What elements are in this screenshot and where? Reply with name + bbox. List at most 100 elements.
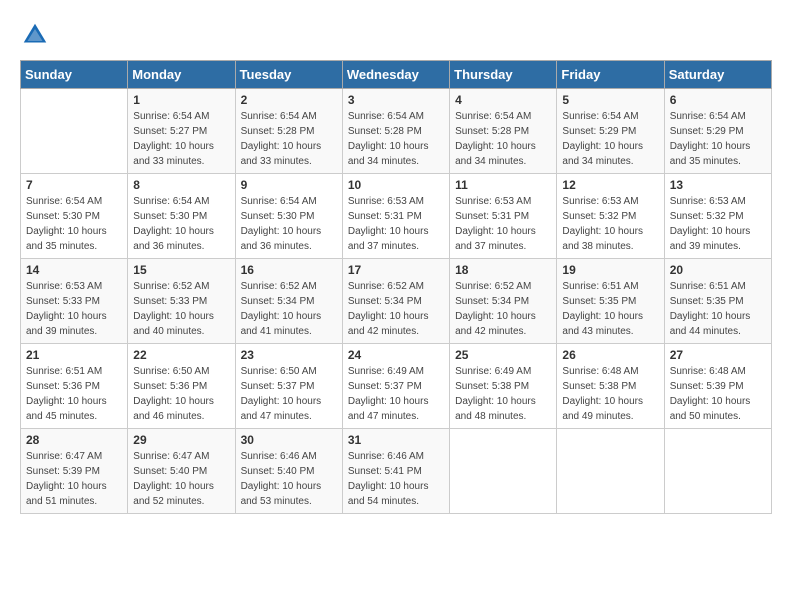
day-number: 2 xyxy=(241,93,337,107)
day-info: Sunrise: 6:46 AM Sunset: 5:40 PM Dayligh… xyxy=(241,449,337,509)
day-header-tuesday: Tuesday xyxy=(235,61,342,89)
day-number: 4 xyxy=(455,93,551,107)
day-number: 15 xyxy=(133,263,229,277)
calendar-cell xyxy=(557,429,664,514)
day-header-wednesday: Wednesday xyxy=(342,61,449,89)
day-number: 26 xyxy=(562,348,658,362)
calendar-cell: 16 Sunrise: 6:52 AM Sunset: 5:34 PM Dayli… xyxy=(235,259,342,344)
calendar-week-2: 7 Sunrise: 6:54 AM Sunset: 5:30 PM Daylig… xyxy=(21,174,772,259)
day-info: Sunrise: 6:53 AM Sunset: 5:33 PM Dayligh… xyxy=(26,279,122,339)
calendar-header-row: SundayMondayTuesdayWednesdayThursdayFrid… xyxy=(21,61,772,89)
day-info: Sunrise: 6:49 AM Sunset: 5:38 PM Dayligh… xyxy=(455,364,551,424)
day-info: Sunrise: 6:49 AM Sunset: 5:37 PM Dayligh… xyxy=(348,364,444,424)
day-info: Sunrise: 6:51 AM Sunset: 5:35 PM Dayligh… xyxy=(670,279,766,339)
calendar-cell: 29 Sunrise: 6:47 AM Sunset: 5:40 PM Dayli… xyxy=(128,429,235,514)
day-number: 17 xyxy=(348,263,444,277)
calendar-week-4: 21 Sunrise: 6:51 AM Sunset: 5:36 PM Dayli… xyxy=(21,344,772,429)
calendar-cell: 21 Sunrise: 6:51 AM Sunset: 5:36 PM Dayli… xyxy=(21,344,128,429)
day-info: Sunrise: 6:52 AM Sunset: 5:34 PM Dayligh… xyxy=(241,279,337,339)
day-info: Sunrise: 6:47 AM Sunset: 5:40 PM Dayligh… xyxy=(133,449,229,509)
calendar-cell xyxy=(21,89,128,174)
day-number: 3 xyxy=(348,93,444,107)
day-info: Sunrise: 6:53 AM Sunset: 5:32 PM Dayligh… xyxy=(562,194,658,254)
day-header-friday: Friday xyxy=(557,61,664,89)
day-info: Sunrise: 6:51 AM Sunset: 5:36 PM Dayligh… xyxy=(26,364,122,424)
day-number: 10 xyxy=(348,178,444,192)
day-number: 24 xyxy=(348,348,444,362)
calendar-cell: 26 Sunrise: 6:48 AM Sunset: 5:38 PM Dayli… xyxy=(557,344,664,429)
day-number: 18 xyxy=(455,263,551,277)
day-number: 25 xyxy=(455,348,551,362)
calendar-cell: 2Sunrise: 6:54 AM Sunset: 5:28 PM Daylig… xyxy=(235,89,342,174)
day-number: 6 xyxy=(670,93,766,107)
day-info: Sunrise: 6:52 AM Sunset: 5:33 PM Dayligh… xyxy=(133,279,229,339)
calendar-cell: 5 Sunrise: 6:54 AM Sunset: 5:29 PM Daylig… xyxy=(557,89,664,174)
day-info: Sunrise: 6:47 AM Sunset: 5:39 PM Dayligh… xyxy=(26,449,122,509)
calendar-cell: 12 Sunrise: 6:53 AM Sunset: 5:32 PM Dayli… xyxy=(557,174,664,259)
day-number: 5 xyxy=(562,93,658,107)
calendar-cell: 4 Sunrise: 6:54 AM Sunset: 5:28 PM Daylig… xyxy=(450,89,557,174)
logo-icon xyxy=(20,20,50,50)
day-number: 11 xyxy=(455,178,551,192)
calendar-cell: 27 Sunrise: 6:48 AM Sunset: 5:39 PM Dayli… xyxy=(664,344,771,429)
calendar-cell: 28 Sunrise: 6:47 AM Sunset: 5:39 PM Dayli… xyxy=(21,429,128,514)
calendar-cell: 25 Sunrise: 6:49 AM Sunset: 5:38 PM Dayli… xyxy=(450,344,557,429)
day-number: 14 xyxy=(26,263,122,277)
day-header-monday: Monday xyxy=(128,61,235,89)
day-info: Sunrise: 6:50 AM Sunset: 5:36 PM Dayligh… xyxy=(133,364,229,424)
day-number: 9 xyxy=(241,178,337,192)
day-number: 29 xyxy=(133,433,229,447)
day-number: 27 xyxy=(670,348,766,362)
day-number: 8 xyxy=(133,178,229,192)
page-header xyxy=(20,20,772,50)
day-number: 16 xyxy=(241,263,337,277)
calendar-cell: 10Sunrise: 6:53 AM Sunset: 5:31 PM Dayli… xyxy=(342,174,449,259)
calendar-cell: 11 Sunrise: 6:53 AM Sunset: 5:31 PM Dayli… xyxy=(450,174,557,259)
day-number: 20 xyxy=(670,263,766,277)
calendar-cell: 30Sunrise: 6:46 AM Sunset: 5:40 PM Dayli… xyxy=(235,429,342,514)
day-info: Sunrise: 6:54 AM Sunset: 5:29 PM Dayligh… xyxy=(562,109,658,169)
day-info: Sunrise: 6:53 AM Sunset: 5:32 PM Dayligh… xyxy=(670,194,766,254)
day-info: Sunrise: 6:53 AM Sunset: 5:31 PM Dayligh… xyxy=(455,194,551,254)
day-number: 1 xyxy=(133,93,229,107)
day-info: Sunrise: 6:48 AM Sunset: 5:38 PM Dayligh… xyxy=(562,364,658,424)
calendar-cell xyxy=(664,429,771,514)
calendar-cell: 15 Sunrise: 6:52 AM Sunset: 5:33 PM Dayli… xyxy=(128,259,235,344)
calendar-cell: 1 Sunrise: 6:54 AM Sunset: 5:27 PM Daylig… xyxy=(128,89,235,174)
day-info: Sunrise: 6:52 AM Sunset: 5:34 PM Dayligh… xyxy=(455,279,551,339)
calendar-cell: 31Sunrise: 6:46 AM Sunset: 5:41 PM Dayli… xyxy=(342,429,449,514)
day-info: Sunrise: 6:54 AM Sunset: 5:30 PM Dayligh… xyxy=(26,194,122,254)
calendar-cell: 17 Sunrise: 6:52 AM Sunset: 5:34 PM Dayli… xyxy=(342,259,449,344)
day-info: Sunrise: 6:54 AM Sunset: 5:30 PM Dayligh… xyxy=(241,194,337,254)
day-number: 22 xyxy=(133,348,229,362)
calendar-cell: 14 Sunrise: 6:53 AM Sunset: 5:33 PM Dayli… xyxy=(21,259,128,344)
day-number: 7 xyxy=(26,178,122,192)
calendar-cell: 6 Sunrise: 6:54 AM Sunset: 5:29 PM Daylig… xyxy=(664,89,771,174)
day-info: Sunrise: 6:54 AM Sunset: 5:27 PM Dayligh… xyxy=(133,109,229,169)
day-header-thursday: Thursday xyxy=(450,61,557,89)
calendar-cell: 20 Sunrise: 6:51 AM Sunset: 5:35 PM Dayli… xyxy=(664,259,771,344)
calendar-cell: 13 Sunrise: 6:53 AM Sunset: 5:32 PM Dayli… xyxy=(664,174,771,259)
calendar-table: SundayMondayTuesdayWednesdayThursdayFrid… xyxy=(20,60,772,514)
day-number: 19 xyxy=(562,263,658,277)
day-number: 13 xyxy=(670,178,766,192)
calendar-cell: 23Sunrise: 6:50 AM Sunset: 5:37 PM Dayli… xyxy=(235,344,342,429)
day-info: Sunrise: 6:54 AM Sunset: 5:28 PM Dayligh… xyxy=(348,109,444,169)
calendar-cell: 24 Sunrise: 6:49 AM Sunset: 5:37 PM Dayli… xyxy=(342,344,449,429)
calendar-week-1: 1 Sunrise: 6:54 AM Sunset: 5:27 PM Daylig… xyxy=(21,89,772,174)
calendar-cell: 9 Sunrise: 6:54 AM Sunset: 5:30 PM Daylig… xyxy=(235,174,342,259)
calendar-cell: 19Sunrise: 6:51 AM Sunset: 5:35 PM Dayli… xyxy=(557,259,664,344)
calendar-week-3: 14 Sunrise: 6:53 AM Sunset: 5:33 PM Dayli… xyxy=(21,259,772,344)
day-info: Sunrise: 6:54 AM Sunset: 5:29 PM Dayligh… xyxy=(670,109,766,169)
day-info: Sunrise: 6:52 AM Sunset: 5:34 PM Dayligh… xyxy=(348,279,444,339)
calendar-cell: 22 Sunrise: 6:50 AM Sunset: 5:36 PM Dayli… xyxy=(128,344,235,429)
calendar-cell: 18 Sunrise: 6:52 AM Sunset: 5:34 PM Dayli… xyxy=(450,259,557,344)
day-info: Sunrise: 6:54 AM Sunset: 5:28 PM Dayligh… xyxy=(455,109,551,169)
calendar-cell xyxy=(450,429,557,514)
logo xyxy=(20,20,54,50)
day-number: 12 xyxy=(562,178,658,192)
day-number: 21 xyxy=(26,348,122,362)
day-number: 28 xyxy=(26,433,122,447)
day-info: Sunrise: 6:48 AM Sunset: 5:39 PM Dayligh… xyxy=(670,364,766,424)
day-info: Sunrise: 6:46 AM Sunset: 5:41 PM Dayligh… xyxy=(348,449,444,509)
